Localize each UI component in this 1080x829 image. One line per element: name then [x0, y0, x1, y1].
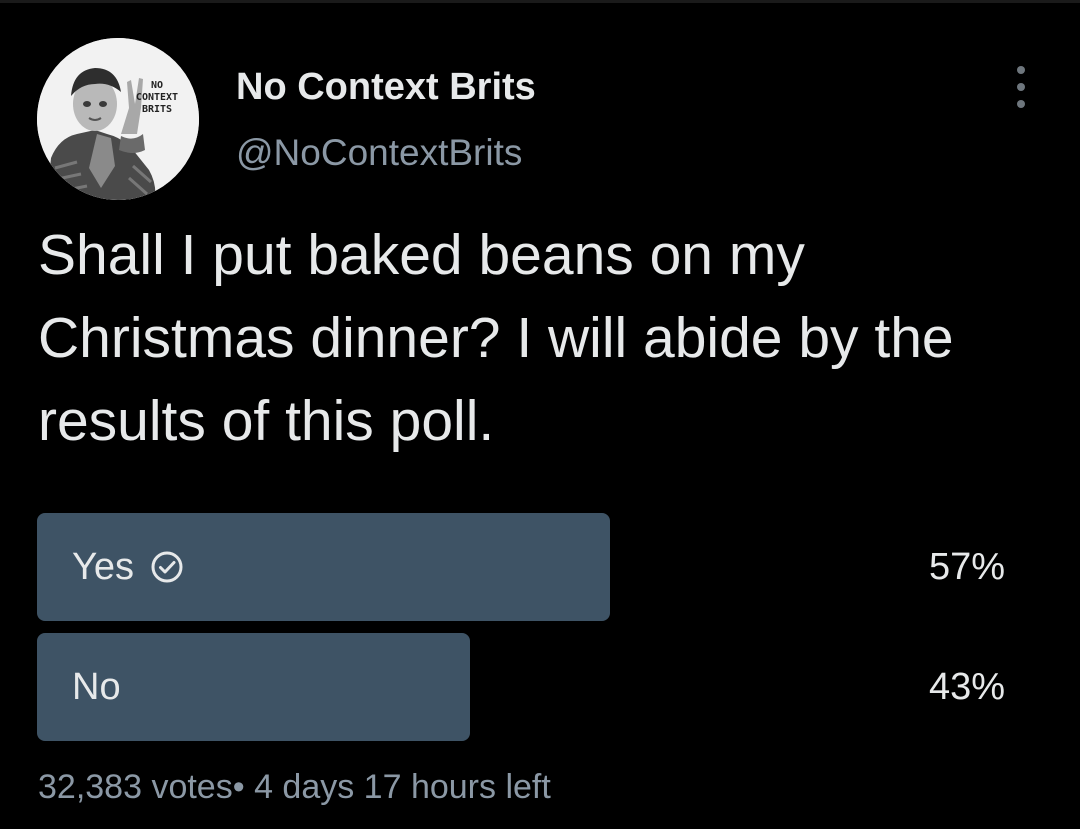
top-divider: [0, 0, 1080, 3]
poll-option-no[interactable]: No 43%: [37, 633, 1005, 741]
poll-percent-yes: 57%: [928, 545, 1005, 588]
vote-count: 32,383 votes: [38, 768, 233, 806]
author-display-name[interactable]: No Context Brits: [236, 66, 536, 109]
more-dot-icon: [1017, 83, 1025, 91]
more-options-button[interactable]: [1004, 64, 1038, 110]
poll-option-label: Yes: [72, 545, 134, 588]
svg-text:NO: NO: [151, 80, 163, 91]
check-circle-icon: [151, 551, 183, 583]
more-dot-icon: [1017, 66, 1025, 74]
avatar-photo-icon: NO CONTEXT BRITS: [37, 38, 199, 200]
poll-percent-no: 43%: [928, 665, 1005, 708]
footer-separator: •: [232, 768, 245, 806]
time-left: 4 days 17 hours left: [254, 768, 551, 806]
poll-option-label: No: [72, 665, 121, 708]
svg-text:CONTEXT: CONTEXT: [136, 92, 178, 103]
more-dot-icon: [1017, 100, 1025, 108]
poll-footer: 32,383 votes• 4 days 17 hours left: [38, 768, 551, 807]
tweet-text: Shall I put baked beans on my Christmas …: [38, 223, 954, 453]
avatar[interactable]: NO CONTEXT BRITS: [37, 38, 199, 200]
poll-option-yes[interactable]: Yes 57%: [37, 513, 1005, 621]
author-handle[interactable]: @NoContextBrits: [236, 132, 522, 174]
poll: Yes 57% No 43%: [37, 513, 1005, 753]
svg-text:BRITS: BRITS: [142, 104, 172, 115]
